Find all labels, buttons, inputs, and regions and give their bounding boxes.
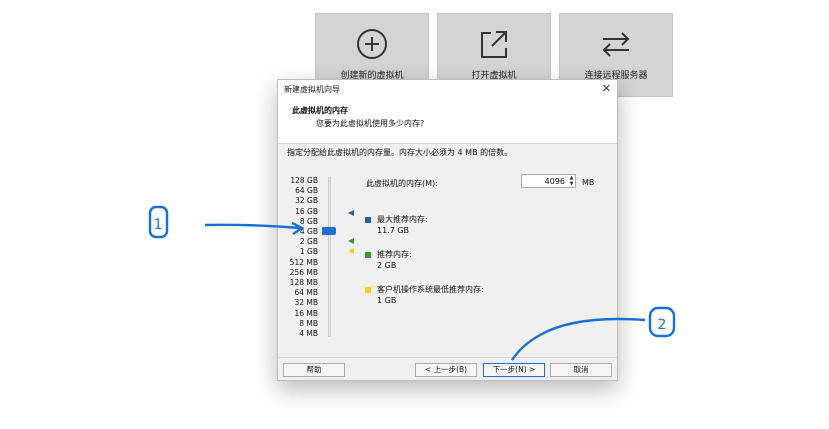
annotation-overlay: 1 2 [148, 205, 676, 361]
annotation-arrow-one [204, 223, 301, 230]
annotation-one: 1 [148, 205, 169, 239]
annotation-two-label: 2 [658, 317, 667, 333]
annotation-two: 2 [648, 306, 676, 338]
annotation-arrow-two [511, 317, 646, 361]
annotation-one-label: 1 [154, 217, 163, 233]
